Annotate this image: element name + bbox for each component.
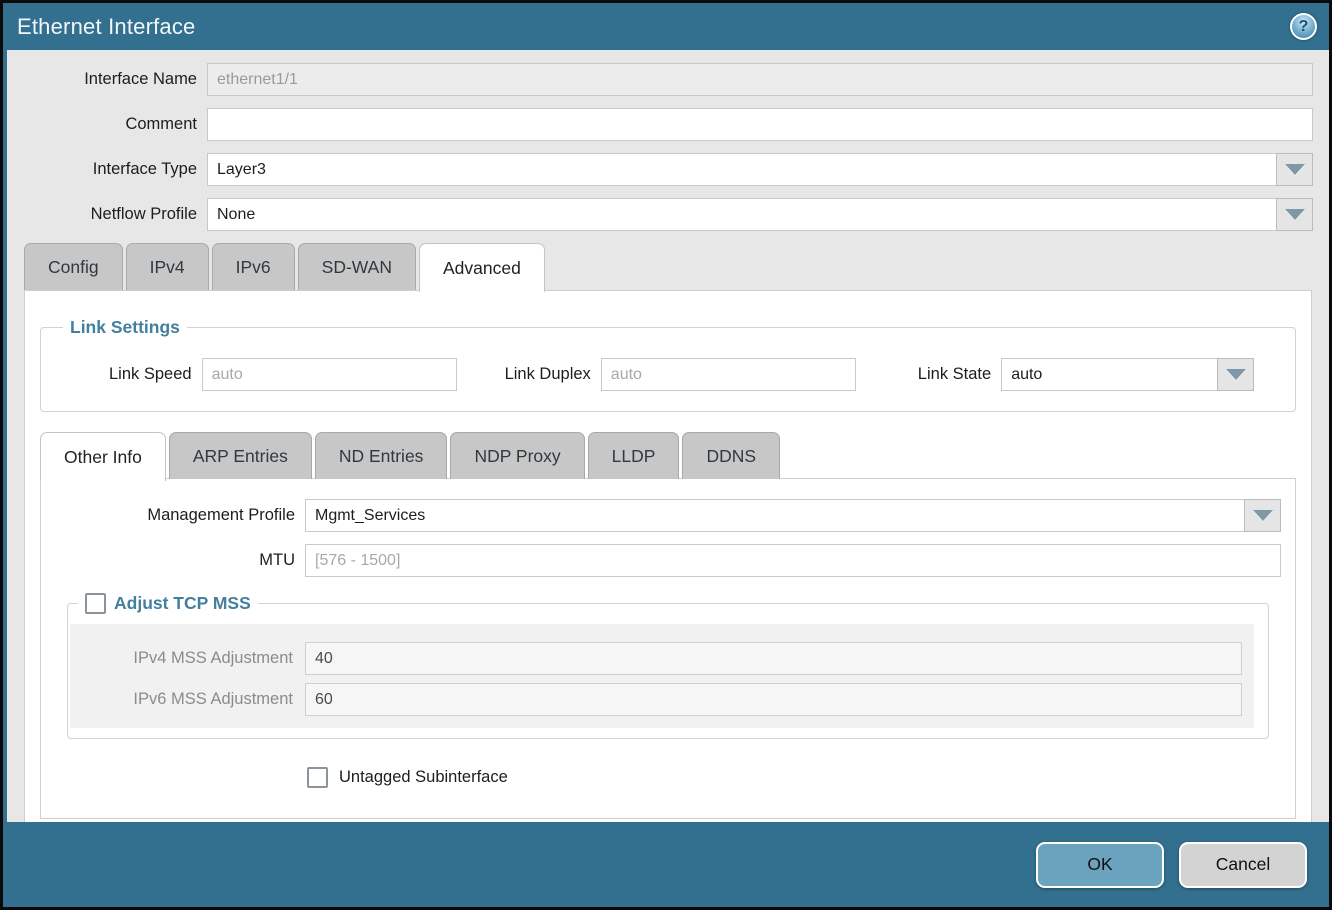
- dialog-content: Interface Name Comment Interface Type Ne…: [7, 50, 1329, 822]
- ipv6-mss-row: IPv6 MSS Adjustment: [70, 683, 1254, 716]
- untagged-subinterface-checkbox[interactable]: [307, 767, 328, 788]
- tab-arp-entries[interactable]: ARP Entries: [169, 432, 312, 479]
- sub-tabstrip: Other Info ARP Entries ND Entries NDP Pr…: [40, 432, 1296, 479]
- interface-type-label: Interface Type: [7, 160, 207, 179]
- tab-config[interactable]: Config: [24, 243, 123, 290]
- mss-block: IPv4 MSS Adjustment IPv6 MSS Adjustment: [70, 624, 1254, 728]
- link-duplex-label: Link Duplex: [505, 365, 601, 384]
- chevron-down-icon: [1285, 164, 1305, 175]
- chevron-down-icon: [1226, 369, 1246, 380]
- adjust-tcp-mss-fieldset: Adjust TCP MSS IPv4 MSS Adjustment IPv6 …: [67, 593, 1269, 739]
- management-profile-row: Management Profile: [55, 499, 1281, 532]
- untagged-subinterface-label: Untagged Subinterface: [339, 768, 508, 787]
- comment-label: Comment: [7, 115, 207, 134]
- mtu-row: MTU: [55, 544, 1281, 577]
- netflow-profile-dropdown-button[interactable]: [1276, 198, 1313, 231]
- link-settings-fieldset: Link Settings Link Speed Link Duplex Lin…: [40, 317, 1296, 412]
- netflow-profile-field[interactable]: [207, 198, 1276, 231]
- management-profile-label: Management Profile: [55, 506, 305, 525]
- title-bar: Ethernet Interface ?: [3, 3, 1329, 50]
- comment-field[interactable]: [207, 108, 1313, 141]
- interface-name-field: [207, 63, 1313, 96]
- interface-name-row: Interface Name: [7, 63, 1313, 96]
- management-profile-dropdown-button[interactable]: [1244, 499, 1281, 532]
- interface-type-field[interactable]: [207, 153, 1276, 186]
- other-info-panel: Management Profile MTU: [40, 478, 1296, 819]
- netflow-profile-row: Netflow Profile: [7, 198, 1313, 231]
- comment-row: Comment: [7, 108, 1313, 141]
- mtu-label: MTU: [55, 551, 305, 570]
- link-state-label: Link State: [918, 365, 1001, 384]
- untagged-subinterface-row: Untagged Subinterface: [307, 767, 1281, 788]
- tab-ipv6[interactable]: IPv6: [212, 243, 295, 290]
- tab-ipv4[interactable]: IPv4: [126, 243, 209, 290]
- link-state-dropdown-button[interactable]: [1217, 358, 1254, 391]
- interface-type-dropdown-button[interactable]: [1276, 153, 1313, 186]
- chevron-down-icon: [1253, 510, 1273, 521]
- ok-button[interactable]: OK: [1036, 842, 1164, 888]
- ipv4-mss-field: [305, 642, 1242, 675]
- cancel-button[interactable]: Cancel: [1179, 842, 1307, 888]
- tab-sdwan[interactable]: SD-WAN: [298, 243, 416, 290]
- tab-ddns[interactable]: DDNS: [682, 432, 780, 479]
- tab-nd-entries[interactable]: ND Entries: [315, 432, 448, 479]
- chevron-down-icon: [1285, 209, 1305, 220]
- advanced-tab-panel: Link Settings Link Speed Link Duplex Lin…: [24, 290, 1312, 822]
- management-profile-field[interactable]: [305, 499, 1244, 532]
- link-settings-legend-text: Link Settings: [70, 317, 180, 338]
- help-icon[interactable]: ?: [1290, 13, 1317, 40]
- link-speed-field[interactable]: [202, 358, 457, 391]
- tab-other-info[interactable]: Other Info: [40, 432, 166, 481]
- netflow-profile-label: Netflow Profile: [7, 205, 207, 224]
- interface-name-label: Interface Name: [7, 70, 207, 89]
- interface-type-row: Interface Type: [7, 153, 1313, 186]
- ipv4-mss-label: IPv4 MSS Adjustment: [70, 649, 305, 668]
- ipv4-mss-row: IPv4 MSS Adjustment: [70, 642, 1254, 675]
- ethernet-interface-dialog: Ethernet Interface ? Interface Name Comm…: [0, 0, 1332, 910]
- dialog-footer: OK Cancel: [3, 822, 1329, 907]
- tab-advanced[interactable]: Advanced: [419, 243, 545, 292]
- ipv6-mss-field: [305, 683, 1242, 716]
- dialog-title: Ethernet Interface: [17, 14, 195, 40]
- help-glyph: ?: [1299, 18, 1309, 36]
- link-state-field[interactable]: [1001, 358, 1217, 391]
- adjust-tcp-mss-legend-text: Adjust TCP MSS: [114, 593, 251, 614]
- link-duplex-field[interactable]: [601, 358, 856, 391]
- link-settings-row: Link Speed Link Duplex Link State: [53, 354, 1283, 397]
- link-state-combo: [1001, 358, 1254, 391]
- interface-type-combo: [207, 153, 1313, 186]
- adjust-tcp-mss-checkbox[interactable]: [85, 593, 106, 614]
- tab-ndp-proxy[interactable]: NDP Proxy: [450, 432, 584, 479]
- tab-lldp[interactable]: LLDP: [588, 432, 680, 479]
- link-speed-label: Link Speed: [109, 365, 202, 384]
- main-tabstrip: Config IPv4 IPv6 SD-WAN Advanced: [7, 243, 1329, 290]
- link-settings-legend: Link Settings: [63, 317, 187, 338]
- netflow-profile-combo: [207, 198, 1313, 231]
- ipv6-mss-label: IPv6 MSS Adjustment: [70, 690, 305, 709]
- mtu-field[interactable]: [305, 544, 1281, 577]
- adjust-tcp-mss-legend: Adjust TCP MSS: [78, 593, 258, 614]
- management-profile-combo: [305, 499, 1281, 532]
